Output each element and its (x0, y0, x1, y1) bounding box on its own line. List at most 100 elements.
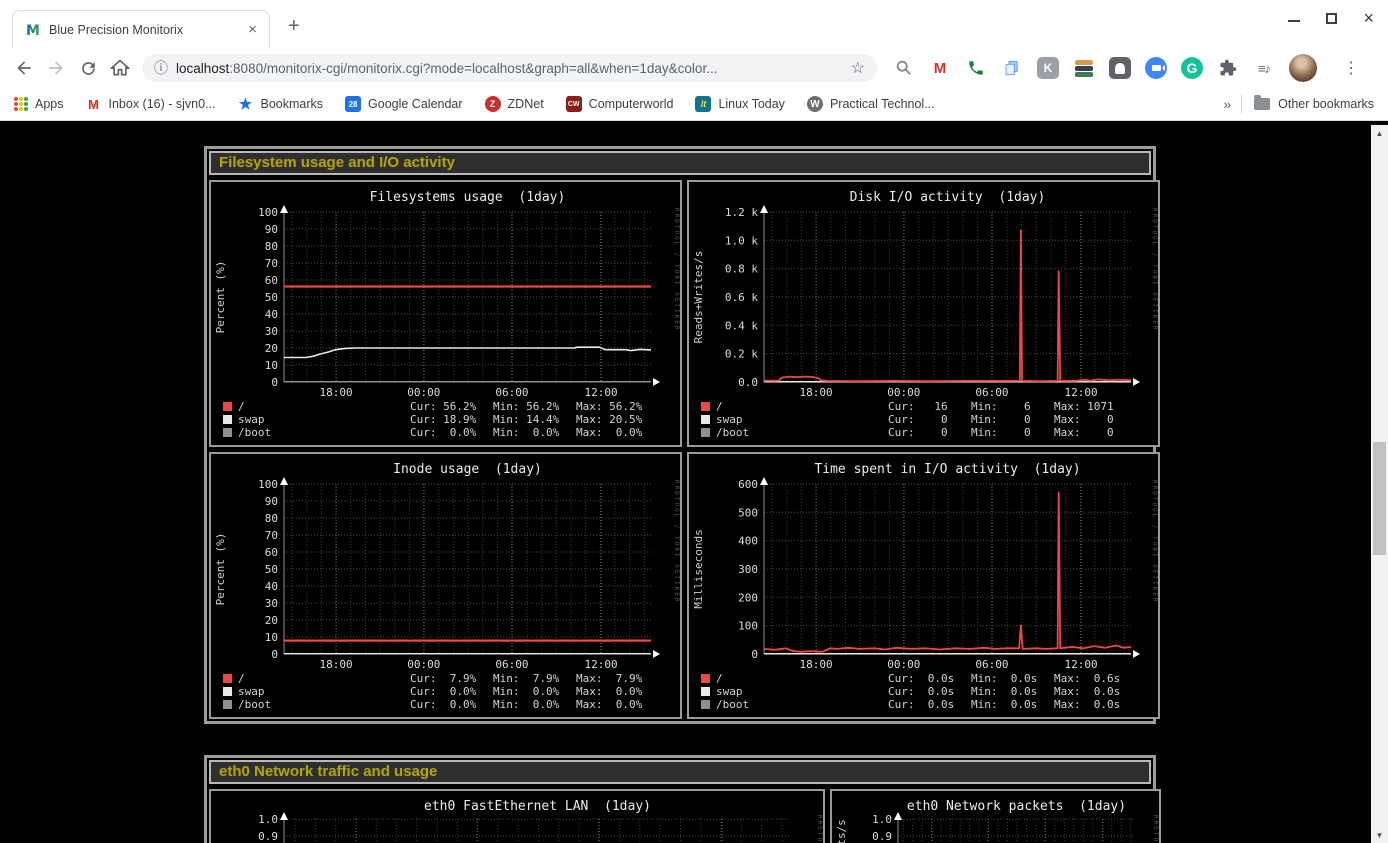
search-icon[interactable] (893, 57, 915, 79)
forward-button[interactable] (40, 52, 72, 84)
legend-max: Max: 0.0s (1054, 698, 1137, 711)
chart-legend: /Cur: 56.2%Min: 56.2%Max: 56.2% swapCur:… (211, 398, 680, 439)
profile-avatar[interactable] (1289, 54, 1317, 82)
chart-panel-eth0-packets[interactable]: 18:0000:0006:0012:000.00.10.20.30.40.50.… (830, 789, 1161, 843)
scroll-up-arrow[interactable]: ▲ (1371, 125, 1388, 141)
section-title: Filesystem usage and I/O activity (219, 154, 455, 171)
svg-text:18:00: 18:00 (800, 658, 833, 670)
bookmark-label: Apps (35, 97, 64, 111)
legend-row: swapCur: 0.0sMin: 0.0sMax: 0.0s (701, 685, 1158, 698)
bookmark-label: Computerworld (589, 97, 674, 111)
lamp-icon[interactable] (1109, 57, 1131, 79)
svg-text:1.0: 1.0 (872, 813, 892, 826)
chart-panel-disk-io[interactable]: 18:0000:0006:0012:000.00.2 k0.4 k0.6 k0.… (687, 180, 1160, 447)
bookmark-item-zdnet[interactable]: Z ZDNet (485, 96, 544, 112)
browser-menu-icon[interactable]: ⋮ (1343, 58, 1359, 78)
legend-cur: Cur: 16 (888, 400, 971, 413)
svg-text:20: 20 (265, 342, 278, 355)
legend-row: /Cur: 56.2%Min: 56.2%Max: 56.2% (223, 400, 680, 413)
svg-text:RRDTOOL / TOBI OETIKER: RRDTOOL / TOBI OETIKER (1151, 208, 1158, 331)
copy-icon[interactable] (1001, 57, 1023, 79)
svg-text:RRDTOOL / TOBI OETIKER: RRDTOOL / TOBI OETIKER (816, 815, 823, 843)
chart-panel-inode-usage[interactable]: 18:0000:0006:0012:0001020304050607080901… (209, 452, 682, 719)
star-icon: ★ (238, 96, 254, 112)
linuxtoday-icon: lt (695, 96, 711, 112)
bookmark-label: Google Calendar (368, 97, 463, 111)
browser-tab[interactable]: M Blue Precision Monitorix × (12, 10, 270, 48)
zoom-camera-icon[interactable] (1145, 57, 1167, 79)
legend-min: Min: 0.0s (971, 698, 1054, 711)
legend-min: Min: 0 (971, 426, 1054, 439)
bookmark-star-icon[interactable]: ☆ (851, 58, 865, 78)
browser-toolbar: ⓘ localhost:8080/monitorix-cgi/monitorix… (0, 48, 1388, 88)
svg-text:400: 400 (738, 535, 758, 548)
svg-text:Packets/s: Packets/s (835, 819, 848, 843)
legend-swatch (701, 415, 710, 424)
svg-text:50: 50 (265, 291, 278, 304)
gmail-icon[interactable]: M (929, 57, 951, 79)
minimize-button[interactable] (1288, 20, 1300, 22)
legend-series-name: /boot (716, 698, 888, 711)
section-eth0-network: eth0 Network traffic and usage 18:0000:0… (204, 755, 1156, 843)
svg-text:0.2 k: 0.2 k (725, 348, 758, 361)
other-bookmarks-button[interactable]: Other bookmarks (1254, 97, 1374, 111)
legend-swatch (223, 402, 232, 411)
legend-min: Min: 6 (971, 400, 1054, 413)
legend-cur: Cur: 0.0% (410, 685, 493, 698)
puzzle-icon[interactable] (1217, 57, 1239, 79)
bookmark-item-calendar[interactable]: 28 Google Calendar (345, 96, 463, 112)
legend-cur: Cur: 0 (888, 413, 971, 426)
chart-panel-time-io[interactable]: 18:0000:0006:0012:000100200300400500600T… (687, 452, 1160, 719)
legend-cur: Cur: 18.9% (410, 413, 493, 426)
scrollbar-thumb[interactable] (1373, 442, 1386, 555)
svg-text:600: 600 (738, 478, 758, 491)
back-button[interactable] (8, 52, 40, 84)
voice-icon[interactable] (965, 57, 987, 79)
grammarly-icon[interactable]: G (1181, 57, 1203, 79)
legend-swatch (701, 687, 710, 696)
bookmark-item-apps[interactable]: Apps (14, 97, 64, 111)
bookmark-item-linuxtoday[interactable]: lt Linux Today (695, 96, 785, 112)
window-close-button[interactable]: × (1363, 12, 1374, 24)
svg-text:0.9: 0.9 (258, 830, 278, 843)
legend-row: /bootCur: 0.0%Min: 0.0%Max: 0.0% (223, 426, 680, 439)
bookmark-item-computerworld[interactable]: CW Computerworld (566, 96, 674, 112)
svg-text:0.8 k: 0.8 k (725, 263, 758, 276)
bookmark-label: Practical Technol... (830, 97, 935, 111)
new-tab-button[interactable]: + (288, 16, 300, 36)
home-button[interactable] (104, 52, 136, 84)
legend-series-name: /boot (716, 426, 888, 439)
bookmarks-overflow-chevron[interactable]: » (1213, 96, 1241, 112)
stack-icon[interactable] (1073, 57, 1095, 79)
chart-panel-filesystems-usage[interactable]: 18:0000:0006:0012:0001020304050607080901… (209, 180, 682, 447)
reload-button[interactable] (72, 52, 104, 84)
browser-window: M Blue Precision Monitorix × + × ⓘ local… (0, 0, 1388, 843)
tab-close-icon[interactable]: × (244, 21, 261, 38)
section-filesystem-io: Filesystem usage and I/O activity 18:000… (204, 146, 1156, 724)
page-info-icon[interactable]: ⓘ (154, 58, 168, 78)
bookmark-item-inbox[interactable]: M Inbox (16) - sjvn0... (86, 96, 216, 112)
vertical-scrollbar[interactable]: ▲ ▼ (1371, 125, 1388, 843)
svg-text:0.6 k: 0.6 k (725, 291, 758, 304)
legend-max: Max: 1071 (1054, 400, 1137, 413)
legend-row: /bootCur: 0.0%Min: 0.0%Max: 0.0% (223, 698, 680, 711)
svg-text:18:00: 18:00 (320, 658, 353, 670)
bookmark-item-bookmarks[interactable]: ★ Bookmarks (238, 96, 324, 112)
svg-text:50: 50 (265, 563, 278, 576)
svg-text:06:00: 06:00 (495, 386, 528, 398)
scroll-down-arrow[interactable]: ▼ (1371, 827, 1388, 843)
svg-text:RRDTOOL / TOBI OETIKER: RRDTOOL / TOBI OETIKER (1151, 480, 1158, 603)
svg-text:12:00: 12:00 (1065, 386, 1098, 398)
address-bar[interactable]: ⓘ localhost:8080/monitorix-cgi/monitorix… (142, 54, 877, 82)
playlist-icon[interactable]: ≡♪ (1253, 57, 1275, 79)
url-path: :8080/monitorix-cgi/monitorix.cgi?mode=l… (229, 61, 842, 76)
svg-text:12:00: 12:00 (585, 658, 618, 670)
legend-swatch (223, 700, 232, 709)
bookmark-item-practical-technology[interactable]: W Practical Technol... (807, 96, 935, 112)
svg-text:40: 40 (265, 580, 278, 593)
legend-max: Max: 0 (1054, 426, 1137, 439)
maximize-button[interactable] (1326, 13, 1337, 24)
gmail-icon: M (86, 96, 102, 112)
walker-extension-icon[interactable]: K (1037, 57, 1059, 79)
chart-panel-eth0-lan[interactable]: 18:0000:0006:0012:000.00.10.20.30.40.50.… (209, 789, 825, 843)
